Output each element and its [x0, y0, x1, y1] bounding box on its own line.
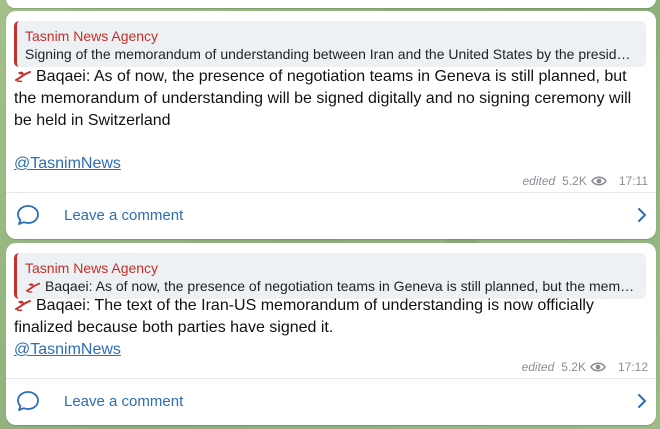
previous-post-card: [6, 0, 656, 8]
message-body: Baqaei: The text of the Iran-US memorand…: [14, 297, 594, 336]
post-time: 17:11: [618, 174, 648, 188]
chevron-right-icon: [638, 394, 646, 408]
leave-comment-label: Leave a comment: [64, 206, 184, 224]
tulip-icon: [25, 282, 41, 293]
eye-icon: [590, 362, 606, 372]
channel-link[interactable]: @TasnimNews: [14, 153, 121, 175]
reply-text: Baqaei: As of now, the presence of negot…: [25, 277, 646, 295]
edited-label: edited: [521, 360, 555, 374]
leave-comment-button[interactable]: Leave a comment: [6, 192, 656, 238]
leave-comment-button[interactable]: Leave a comment: [6, 378, 656, 424]
edited-label: edited: [522, 174, 556, 188]
reply-text-body: Baqaei: As of now, the presence of negot…: [45, 278, 646, 294]
comment-bubble-icon: [17, 391, 39, 411]
reply-author: Tasnim News Agency: [25, 260, 159, 276]
post-meta: edited 5.2K 17:11: [522, 174, 648, 188]
channel-post: Tasnim News Agency Baqaei: As of now, th…: [6, 243, 656, 425]
eye-icon: [590, 176, 607, 186]
post-time: 17:12: [617, 360, 648, 374]
reply-author: Tasnim News Agency: [25, 28, 159, 44]
reply-quote[interactable]: Tasnim News Agency Signing of the memora…: [14, 21, 646, 67]
message-text: Baqaei: The text of the Iran-US memorand…: [14, 295, 646, 339]
channel-link[interactable]: @TasnimNews: [14, 339, 121, 361]
channel-post: Tasnim News Agency Signing of the memora…: [6, 11, 656, 239]
leave-comment-label: Leave a comment: [64, 392, 184, 410]
tulip-icon: [15, 71, 31, 83]
view-count: 5.2K: [562, 174, 587, 188]
message-text: Baqaei: As of now, the presence of negot…: [14, 66, 646, 132]
tulip-icon: [15, 300, 31, 312]
post-meta: edited 5.2K 17:12: [522, 360, 648, 374]
message-body: Baqaei: As of now, the presence of negot…: [14, 68, 632, 129]
comment-bubble-icon: [17, 205, 39, 225]
reply-quote[interactable]: Tasnim News Agency Baqaei: As of now, th…: [14, 253, 646, 299]
chevron-right-icon: [638, 208, 646, 222]
reply-text: Signing of the memorandum of understandi…: [25, 46, 643, 62]
view-count: 5.2K: [561, 360, 586, 374]
